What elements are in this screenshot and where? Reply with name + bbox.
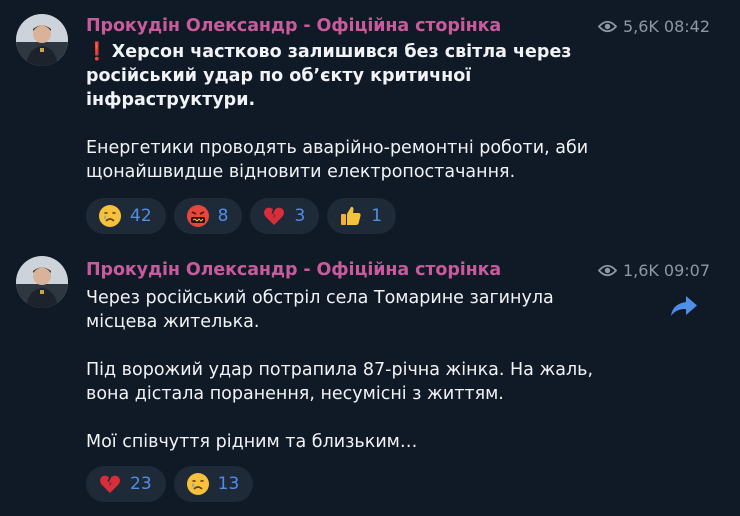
reaction-count: 13 [217, 474, 240, 494]
post-paragraph: Мої співчуття рідним та близьким… [86, 432, 418, 452]
view-count: 1,6K [622, 260, 659, 280]
post-meta: 5,6K 08:42 [597, 16, 710, 36]
eye-icon [597, 20, 617, 33]
forward-arrow-icon [671, 296, 697, 316]
post-text: ❗ Херсон частково залишився без світла че… [86, 40, 646, 184]
post-paragraph: Під ворожий удар потрапила 87-річна жінк… [86, 360, 594, 404]
avatar-portrait-icon [16, 256, 68, 308]
reactions-bar: 42 8 3 1 [86, 198, 397, 234]
face-with-symbols-icon [186, 204, 210, 228]
channel-avatar[interactable] [16, 256, 68, 308]
crying-face-icon [186, 472, 210, 496]
reaction-thumbs-up[interactable]: 1 [327, 198, 397, 234]
view-count: 5,6K [622, 16, 659, 36]
channel-avatar[interactable] [16, 14, 68, 66]
channel-name[interactable]: Прокудін Олександр - Офіційна сторінка [86, 16, 501, 36]
post-time: 08:42 [663, 16, 710, 36]
exclamation-icon: ❗ [86, 42, 108, 62]
broken-heart-icon [262, 204, 286, 228]
post-time: 09:07 [663, 260, 710, 280]
forward-button[interactable] [668, 290, 700, 322]
reaction-symbols[interactable]: 8 [173, 198, 243, 234]
reaction-count: 3 [294, 206, 306, 226]
broken-heart-icon [98, 472, 122, 496]
post-header: Прокудін Олександр - Офіційна сторінка 1… [86, 259, 710, 281]
post-meta: 1,6K 09:07 [597, 260, 710, 280]
reaction-broken-heart[interactable]: 23 [86, 466, 166, 502]
post-paragraph: Через російський обстріл села Томарине з… [86, 288, 554, 332]
post-headline: ❗ Херсон частково залишився без світла че… [86, 40, 646, 112]
reaction-count: 8 [217, 206, 229, 226]
reaction-count: 23 [130, 474, 152, 494]
post-text: Через російський обстріл села Томарине з… [86, 286, 626, 454]
reaction-crying[interactable]: 42 [86, 198, 166, 234]
headline-text: Херсон частково залишився без світла чер… [86, 42, 572, 110]
reaction-broken-heart[interactable]: 3 [250, 198, 320, 234]
post-paragraph: Енергетики проводять аварійно-ремонтні р… [86, 138, 589, 182]
thumbs-up-icon [339, 204, 363, 228]
post-header: Прокудін Олександр - Офіційна сторінка 5… [86, 15, 710, 37]
channel-name[interactable]: Прокудін Олександр - Офіційна сторінка [86, 260, 501, 280]
avatar-portrait-icon [16, 14, 68, 66]
reaction-crying[interactable]: 13 [173, 466, 254, 502]
reaction-count: 1 [371, 206, 383, 226]
reactions-bar: 23 13 [86, 466, 254, 502]
eye-icon [597, 264, 617, 277]
reaction-count: 42 [130, 206, 152, 226]
crying-face-icon [98, 204, 122, 228]
